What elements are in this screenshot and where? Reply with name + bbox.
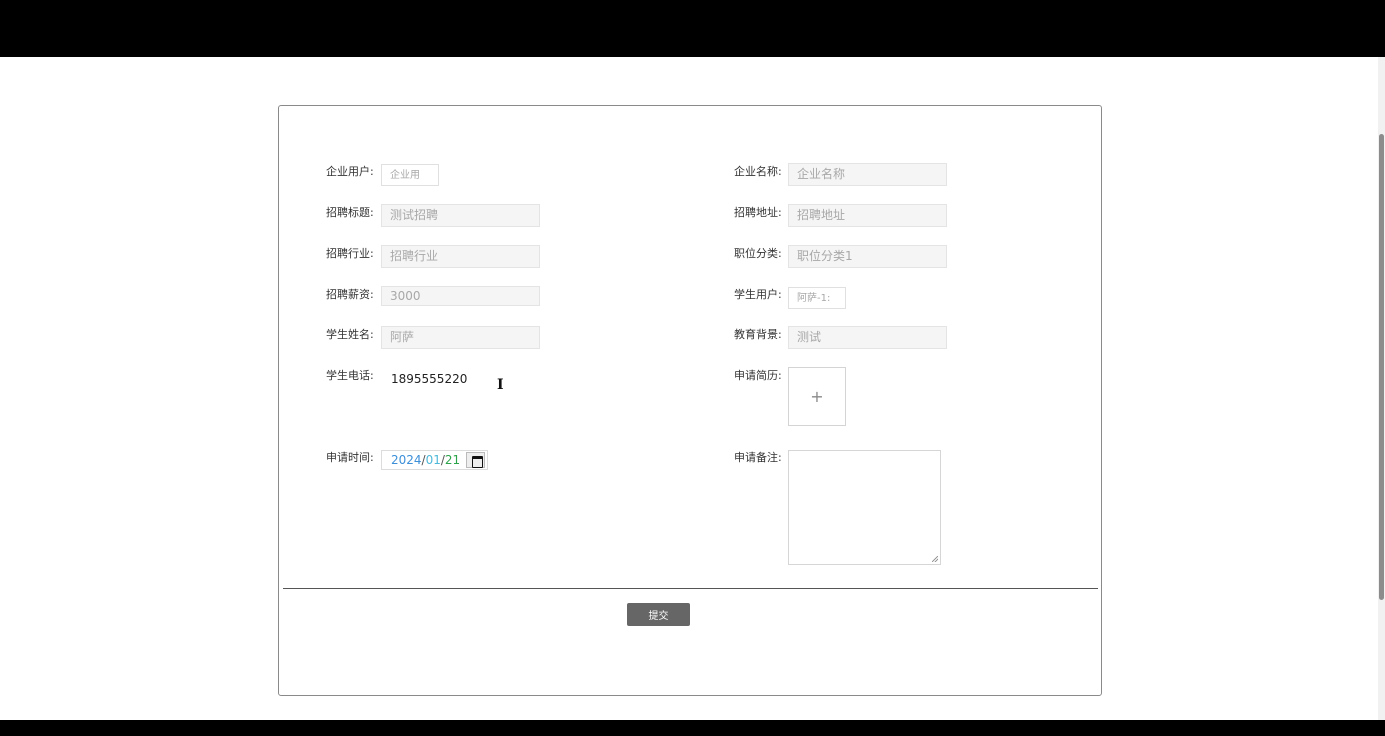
- scrollbar-thumb[interactable]: [1379, 134, 1384, 600]
- remarks-label: 申请备注:: [734, 451, 782, 464]
- remarks-textarea[interactable]: [788, 450, 941, 565]
- form-divider: [283, 588, 1098, 589]
- top-black-bar: [0, 0, 1385, 57]
- apply-date-label: 申请时间:: [326, 451, 374, 464]
- job-address-field[interactable]: 招聘地址: [788, 204, 947, 227]
- industry-label: 招聘行业:: [326, 247, 374, 260]
- student-phone-field[interactable]: 1895555220: [391, 372, 467, 386]
- plus-icon: +: [810, 387, 824, 406]
- education-label: 教育背景:: [734, 328, 782, 341]
- application-form: 企业用户: 企业用 企业名称: 企业名称 招聘标题: 测试招聘 招聘地址: 招聘…: [278, 105, 1102, 696]
- student-phone-label: 学生电话:: [326, 369, 374, 382]
- salary-label: 招聘薪资:: [326, 288, 374, 301]
- company-name-field[interactable]: 企业名称: [788, 163, 947, 186]
- student-user-field[interactable]: 阿萨-1:: [788, 287, 846, 309]
- job-category-label: 职位分类:: [734, 247, 782, 260]
- submit-button[interactable]: 提交: [627, 603, 690, 626]
- page-viewport: 企业用户: 企业用 企业名称: 企业名称 招聘标题: 测试招聘 招聘地址: 招聘…: [0, 57, 1385, 720]
- student-name-field[interactable]: 阿萨: [381, 326, 540, 349]
- resume-label: 申请简历:: [734, 369, 782, 382]
- company-name-label: 企业名称:: [734, 165, 782, 178]
- job-title-field[interactable]: 测试招聘: [381, 204, 540, 227]
- company-user-field[interactable]: 企业用: [381, 164, 439, 186]
- apply-date-field[interactable]: 2024/01/21: [381, 450, 488, 470]
- date-month: 01: [425, 453, 441, 467]
- page-scrollbar[interactable]: [1378, 57, 1385, 720]
- bottom-black-bar: [0, 720, 1385, 736]
- resume-upload-button[interactable]: +: [788, 367, 846, 426]
- text-cursor-icon: I: [497, 377, 504, 393]
- date-day: 21: [444, 453, 461, 467]
- student-user-label: 学生用户:: [734, 288, 782, 301]
- job-category-field[interactable]: 职位分类1: [788, 245, 947, 268]
- calendar-icon[interactable]: [466, 452, 485, 468]
- salary-field[interactable]: 3000: [381, 286, 540, 306]
- company-user-label: 企业用户:: [326, 165, 374, 178]
- student-name-label: 学生姓名:: [326, 328, 374, 341]
- job-title-label: 招聘标题:: [326, 206, 374, 219]
- education-field[interactable]: 测试: [788, 326, 947, 349]
- job-address-label: 招聘地址:: [734, 206, 782, 219]
- industry-field[interactable]: 招聘行业: [381, 245, 540, 268]
- date-year: 2024: [391, 453, 422, 467]
